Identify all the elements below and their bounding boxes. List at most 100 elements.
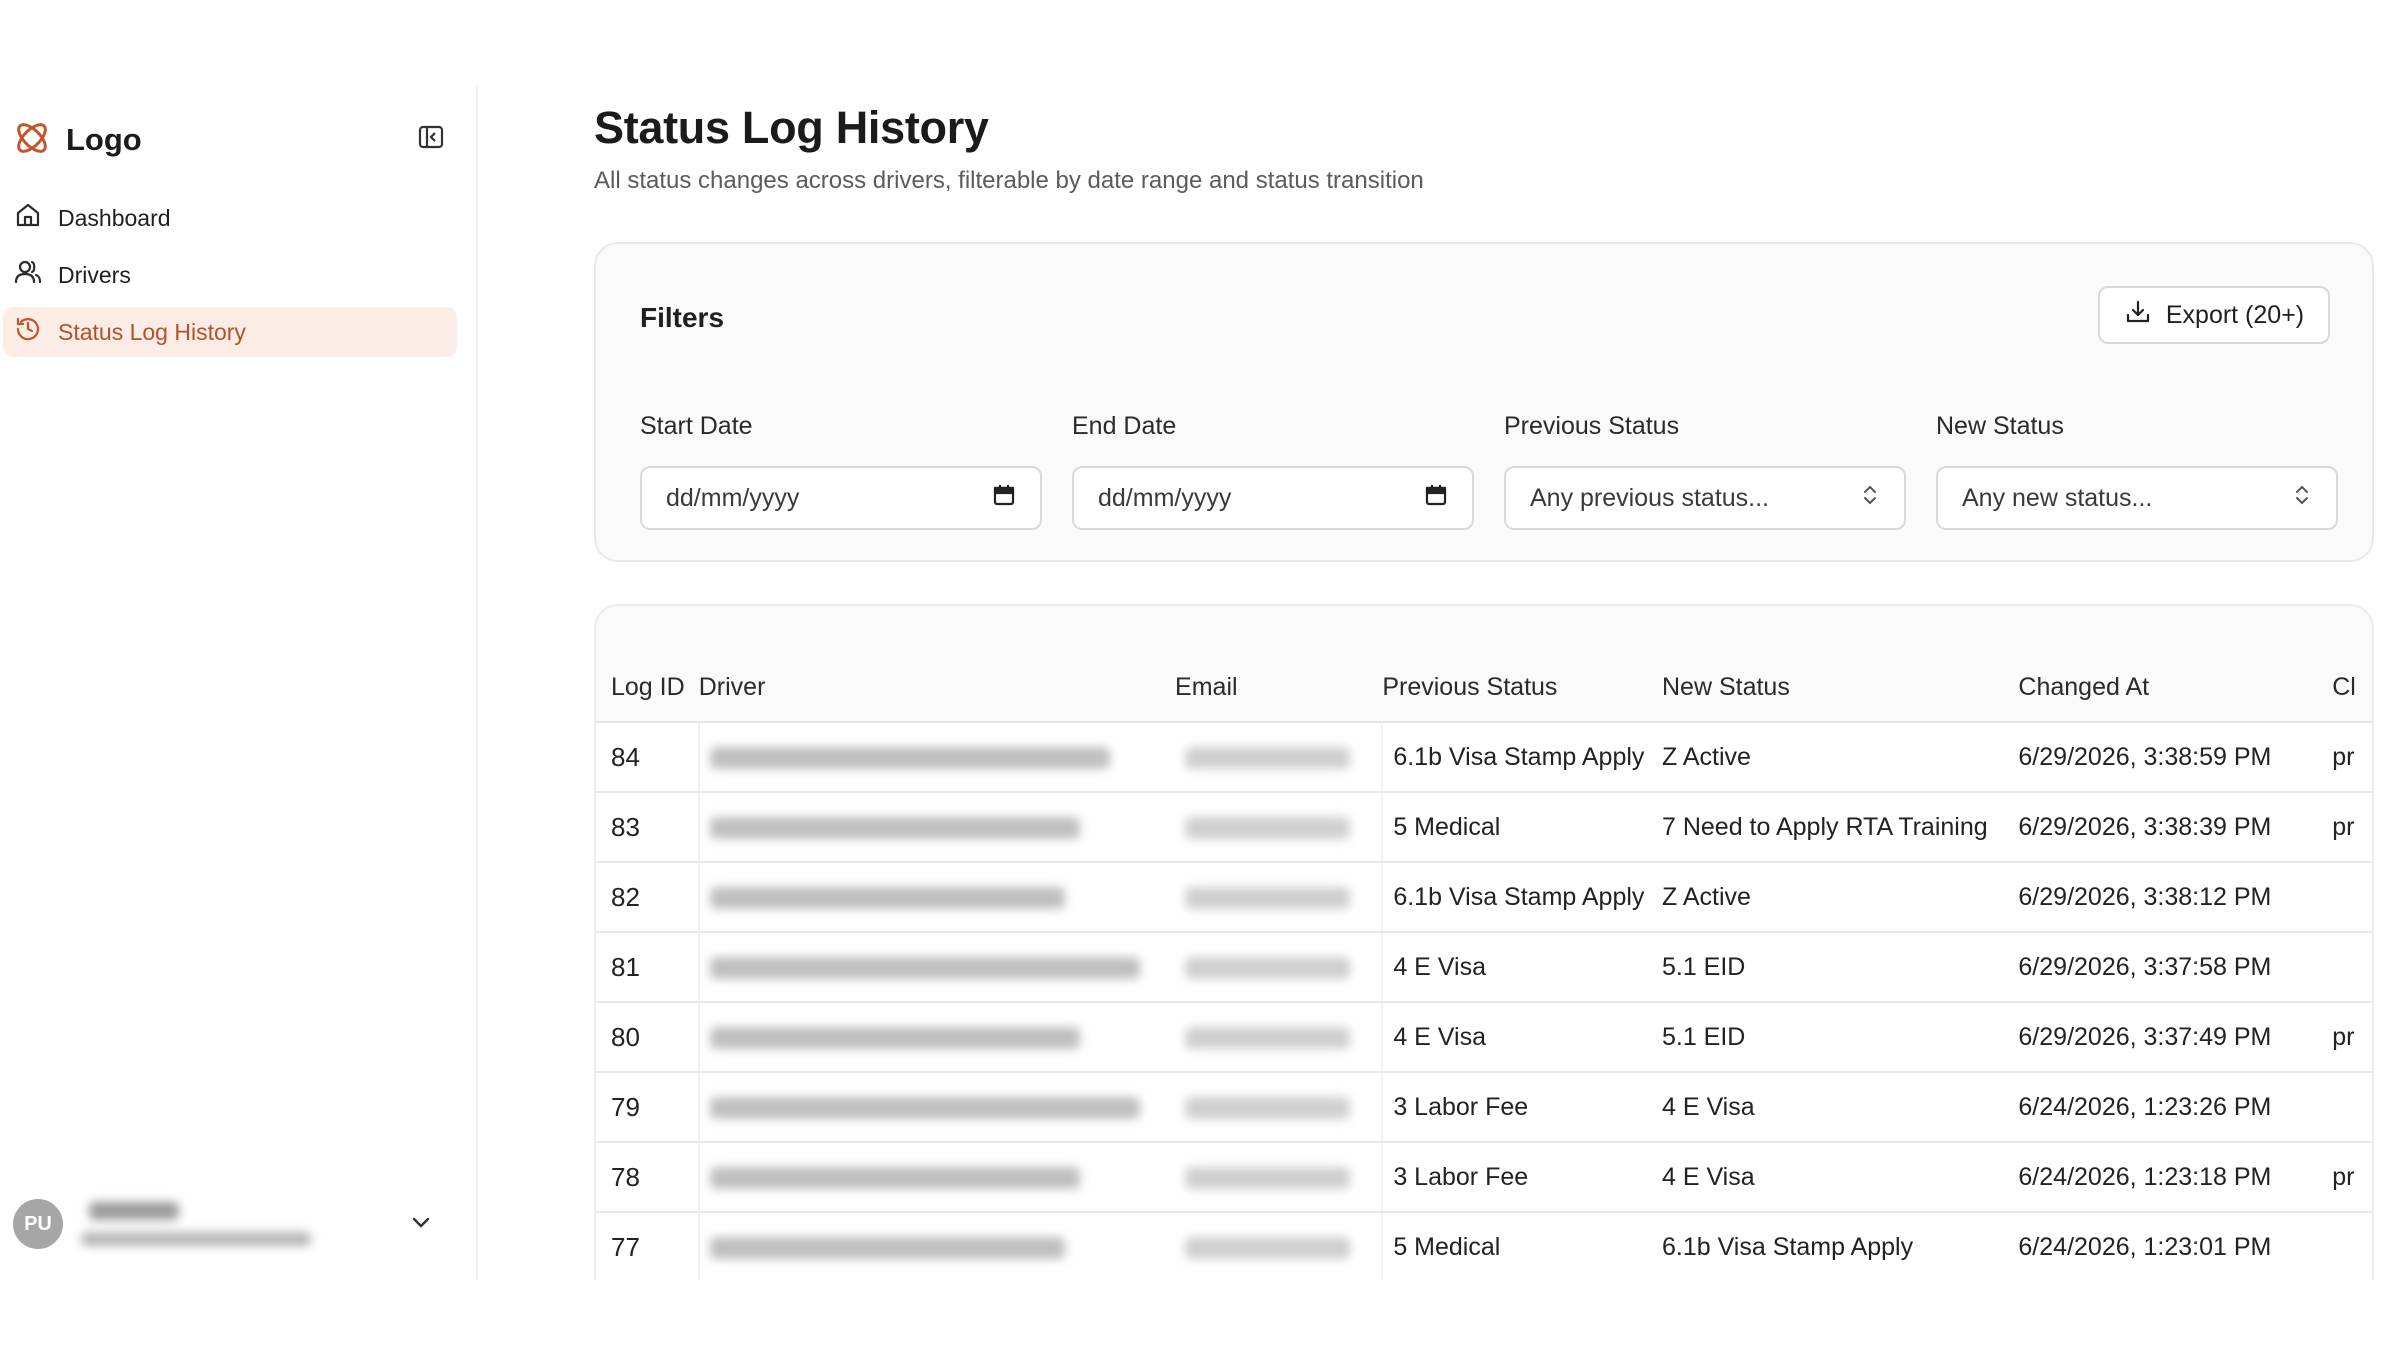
previous-status-cell: 3 Labor Fee [1382, 1072, 1662, 1143]
new-status-cell: 4 E Visa [1661, 1072, 2019, 1143]
table-row[interactable]: 79 3 Labor Fee 4 E Visa 6/24/2026, 1:23:26 … [596, 1072, 2372, 1143]
table-row[interactable]: 78 3 Labor Fee 4 E Visa 6/24/2026, 1:23:18 … [596, 1142, 2372, 1213]
table-row[interactable]: 82 6.1b Visa Stamp Apply Z Active 6/29/2026… [596, 862, 2372, 933]
filters-title: Filters [640, 302, 725, 333]
brand[interactable]: Logo [12, 116, 142, 164]
status-log-table: Log ID Driver Email Previous Status New … [596, 654, 2372, 1280]
clock-icon [14, 315, 42, 349]
previous-status-cell: 5 Medical [1382, 1212, 1662, 1280]
chevrons-up-down-icon [2292, 482, 2312, 515]
changed-at-cell: 6/29/2026, 3:38:12 PM [2018, 862, 2333, 933]
log-id-cell: 81 [596, 932, 700, 1003]
sidebar-item-label: Status Log History [58, 318, 246, 345]
end-date-input[interactable]: dd/mm/yyyy [1072, 466, 1474, 530]
table-row[interactable]: 81 4 E Visa 5.1 EID 6/29/2026, 3:37:58 PM [596, 932, 2372, 1003]
email-cell-redacted [1175, 792, 1384, 863]
changed-at-cell: 6/29/2026, 3:37:49 PM [2018, 1002, 2333, 1073]
start-date-input[interactable]: dd/mm/yyyy [640, 466, 1042, 530]
previous-status-cell: 4 E Visa [1382, 1002, 1662, 1073]
email-cell-redacted [1175, 722, 1384, 793]
start-date-filter: Start Date dd/mm/yyyy [640, 412, 1042, 530]
table-row[interactable]: 77 5 Medical 6.1b Visa Stamp Apply 6/24/202… [596, 1212, 2372, 1280]
end-date-placeholder: dd/mm/yyyy [1098, 483, 1232, 512]
calendar-icon[interactable] [992, 483, 1016, 514]
log-id-cell: 83 [596, 792, 700, 863]
brand-name: Logo [66, 122, 142, 157]
user-menu[interactable]: PU [13, 1192, 453, 1256]
log-id-cell: 80 [596, 1002, 700, 1073]
user-info-redacted [81, 1202, 331, 1246]
calendar-icon[interactable] [1424, 483, 1448, 514]
sidebar-collapse-button[interactable] [414, 122, 448, 156]
table-row[interactable]: 83 5 Medical 7 Need to Apply RTA Training 6… [596, 792, 2372, 863]
previous-status-cell: 6.1b Visa Stamp Apply [1382, 862, 1662, 933]
new-status-label: New Status [1936, 412, 2064, 440]
end-date-filter: End Date dd/mm/yyyy [1072, 412, 1474, 530]
new-status-cell: 5.1 EID [1661, 1002, 2019, 1073]
avatar: PU [13, 1199, 63, 1249]
email-cell-redacted [1175, 862, 1384, 933]
sidebar-item-dashboard[interactable]: Dashboard [3, 193, 457, 243]
changed-at-cell: 6/29/2026, 3:38:39 PM [2018, 792, 2333, 863]
column-header-email[interactable]: Email [1175, 654, 1383, 723]
sidebar-item-drivers[interactable]: Drivers [3, 250, 457, 300]
column-header-log-id[interactable]: Log ID [596, 654, 699, 723]
changed-at-cell: 6/24/2026, 1:23:01 PM [2018, 1212, 2333, 1280]
new-status-cell: 6.1b Visa Stamp Apply [1661, 1212, 2019, 1280]
table-row[interactable]: 80 4 E Visa 5.1 EID 6/29/2026, 3:37:49 PM pr [596, 1002, 2372, 1073]
changed-by-cell: pr [2332, 722, 2372, 793]
start-date-label: Start Date [640, 412, 753, 440]
main-content: Status Log History All status changes ac… [594, 0, 2400, 1350]
end-date-label: End Date [1072, 412, 1177, 440]
changed-by-cell [2332, 1072, 2372, 1143]
changed-at-cell: 6/24/2026, 1:23:26 PM [2018, 1072, 2333, 1143]
column-header-driver[interactable]: Driver [698, 654, 1176, 723]
column-header-changed-by[interactable]: Cl [2332, 654, 2372, 723]
log-id-cell: 77 [596, 1212, 700, 1280]
new-status-filter: New Status Any new status... [1936, 412, 2338, 530]
email-cell-redacted [1175, 1142, 1384, 1213]
previous-status-cell: 3 Labor Fee [1382, 1142, 1662, 1213]
sidebar: Logo Dashboard Drivers Status Log Histor… [0, 86, 478, 1280]
email-cell-redacted [1175, 1002, 1384, 1073]
previous-status-select[interactable]: Any previous status... [1504, 466, 1906, 530]
export-label: Export (20+) [2165, 300, 2305, 329]
column-header-changed-at[interactable]: Changed At [2018, 654, 2333, 723]
filters-panel: Filters Export (20+) Start Date dd/mm/yy… [594, 242, 2374, 562]
sidebar-item-label: Dashboard [58, 204, 171, 231]
sidebar-item-status-log-history[interactable]: Status Log History [3, 307, 457, 357]
new-status-cell: 4 E Visa [1661, 1142, 2019, 1213]
table-row[interactable]: 84 6.1b Visa Stamp Apply Z Active 6/29/2026… [596, 722, 2372, 793]
driver-cell-redacted [698, 1002, 1176, 1073]
new-status-select[interactable]: Any new status... [1936, 466, 2338, 530]
log-id-cell: 84 [596, 722, 700, 793]
chevron-down-icon[interactable] [409, 1210, 433, 1239]
driver-cell-redacted [698, 1212, 1176, 1280]
previous-status-cell: 6.1b Visa Stamp Apply [1382, 722, 1662, 793]
driver-cell-redacted [698, 932, 1176, 1003]
changed-by-cell [2332, 862, 2372, 933]
driver-cell-redacted [698, 1072, 1176, 1143]
changed-at-cell: 6/29/2026, 3:38:59 PM [2018, 722, 2333, 793]
export-button[interactable]: Export (20+) [2098, 286, 2330, 344]
new-status-cell: Z Active [1661, 862, 2019, 933]
changed-by-cell [2332, 932, 2372, 1003]
download-icon [2124, 298, 2152, 333]
previous-status-cell: 4 E Visa [1382, 932, 1662, 1003]
page-subtitle: All status changes across drivers, filte… [594, 167, 1424, 194]
email-cell-redacted [1175, 932, 1384, 1003]
table-header-row: Log ID Driver Email Previous Status New … [596, 654, 2372, 723]
column-header-previous-status[interactable]: Previous Status [1382, 654, 1662, 723]
previous-status-label: Previous Status [1504, 412, 1680, 440]
home-icon [14, 201, 42, 235]
previous-status-filter: Previous Status Any previous status... [1504, 412, 1906, 530]
changed-by-cell: pr [2332, 1142, 2372, 1213]
start-date-placeholder: dd/mm/yyyy [666, 483, 800, 512]
changed-by-cell: pr [2332, 1002, 2372, 1073]
column-header-new-status[interactable]: New Status [1661, 654, 2019, 723]
email-cell-redacted [1175, 1072, 1384, 1143]
driver-cell-redacted [698, 1142, 1176, 1213]
driver-cell-redacted [698, 792, 1176, 863]
log-id-cell: 78 [596, 1142, 700, 1213]
chevrons-up-down-icon [1860, 482, 1880, 515]
